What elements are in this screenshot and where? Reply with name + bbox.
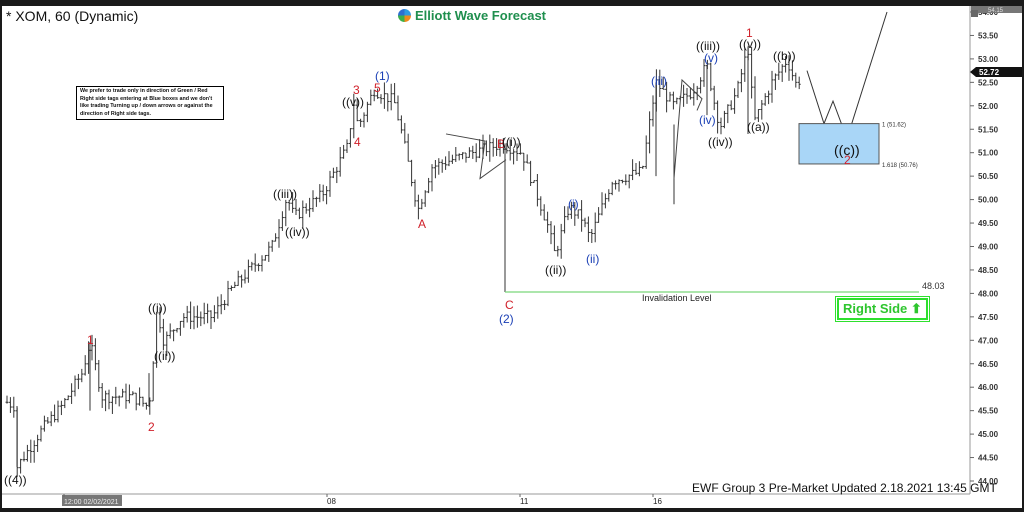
trading-note: We prefer to trade only in direction of … [76,86,224,120]
logo-icon [398,9,411,22]
wave-label: ((iv)) [708,135,733,149]
wave-label: 1 [87,333,94,347]
projection-path [806,11,888,141]
invalidation-label: Invalidation Level [642,293,712,303]
logo: Elliott Wave Forecast [398,8,546,23]
fib-upper-label: 1 (51.62) [882,123,906,129]
y-tick-label: 48.50 [978,266,999,275]
y-tick-label: 53.50 [978,31,999,40]
price-chart[interactable]: 1 (51.62) 1.618 (50.76) Invalidation Level… [2,6,1022,508]
y-tick-label: 45.50 [978,407,999,416]
arrow-up-icon: ⬆ [910,301,922,316]
wave-label: ((iv)) [285,225,310,239]
wave-label: 4 [354,135,361,149]
wave-label: (ii) [586,252,599,266]
y-tick-label: 50.00 [978,196,999,205]
y-tick-label: 52.00 [978,102,999,111]
wave-label: (i) [568,197,579,211]
triangle-pattern [673,78,703,179]
y-tick-label: 53.00 [978,55,999,64]
wave-label: ((4)) [4,473,27,487]
y-tick-label: 44.50 [978,454,999,463]
wave-label: ((b)) [773,49,796,63]
wave-label: 2 [844,153,851,167]
x-tick-label: 11 [520,497,529,506]
wave-label: (iii) [651,74,667,88]
wave-label: ((v)) [342,95,364,109]
chart-window: 1 (51.62) 1.618 (50.76) Invalidation Level… [2,6,1022,508]
chart-title: * XOM, 60 (Dynamic) [6,8,139,24]
y-tick-label: 48.00 [978,289,999,298]
logo-text: Elliott Wave Forecast [415,8,546,23]
y-tick-label: 47.50 [978,313,999,322]
y-tick-label: 46.50 [978,360,999,369]
x-tick-label: 12:00 02/02/2021 [64,499,119,506]
y-tick-label: 49.00 [978,243,999,252]
x-tick-label: 08 [327,497,336,506]
wave-label: ((i)) [502,135,521,149]
last-price-label: 52.72 [979,68,1000,77]
update-footer: EWF Group 3 Pre-Market Updated 2.18.2021… [692,481,997,495]
x-tick-label: 16 [653,497,662,506]
wave-label: C [505,298,514,312]
y-tick-label: 49.50 [978,219,999,228]
y-tick-label: 50.50 [978,172,999,181]
wave-label: ((ii)) [545,263,566,277]
y-tick-label: 46.00 [978,383,999,392]
wave-label: ((iii)) [273,187,297,201]
right-side-label: Right Side [843,301,908,316]
wave-label: ((a)) [747,120,770,134]
wave-label: A [418,217,426,231]
invalidation-value: 48.03 [922,281,945,291]
wave-label: (2) [499,312,514,326]
restore-window-icon[interactable] [971,10,978,17]
wave-label: (v) [704,51,718,65]
y-tick-label: 51.00 [978,149,999,158]
y-tick-label: 52.50 [978,78,999,87]
wave-label: 5 [374,81,381,95]
y-tick-label: 51.50 [978,125,999,134]
fib-lower-label: 1.618 (50.76) [882,163,918,169]
right-side-tag: Right Side ⬆ [835,296,930,322]
wave-label: (iv) [699,113,716,127]
wave-label: ((i)) [148,301,167,315]
wave-label: ((v)) [739,37,761,51]
y-tick-label: 47.00 [978,336,999,345]
top-price-label: 54.15 [988,8,1004,14]
y-tick-label: 45.00 [978,430,999,439]
wave-label: (1) [375,69,390,83]
wave-label: ((ii)) [154,349,175,363]
wave-label: 3 [353,83,360,97]
wave-label: 2 [148,420,155,434]
